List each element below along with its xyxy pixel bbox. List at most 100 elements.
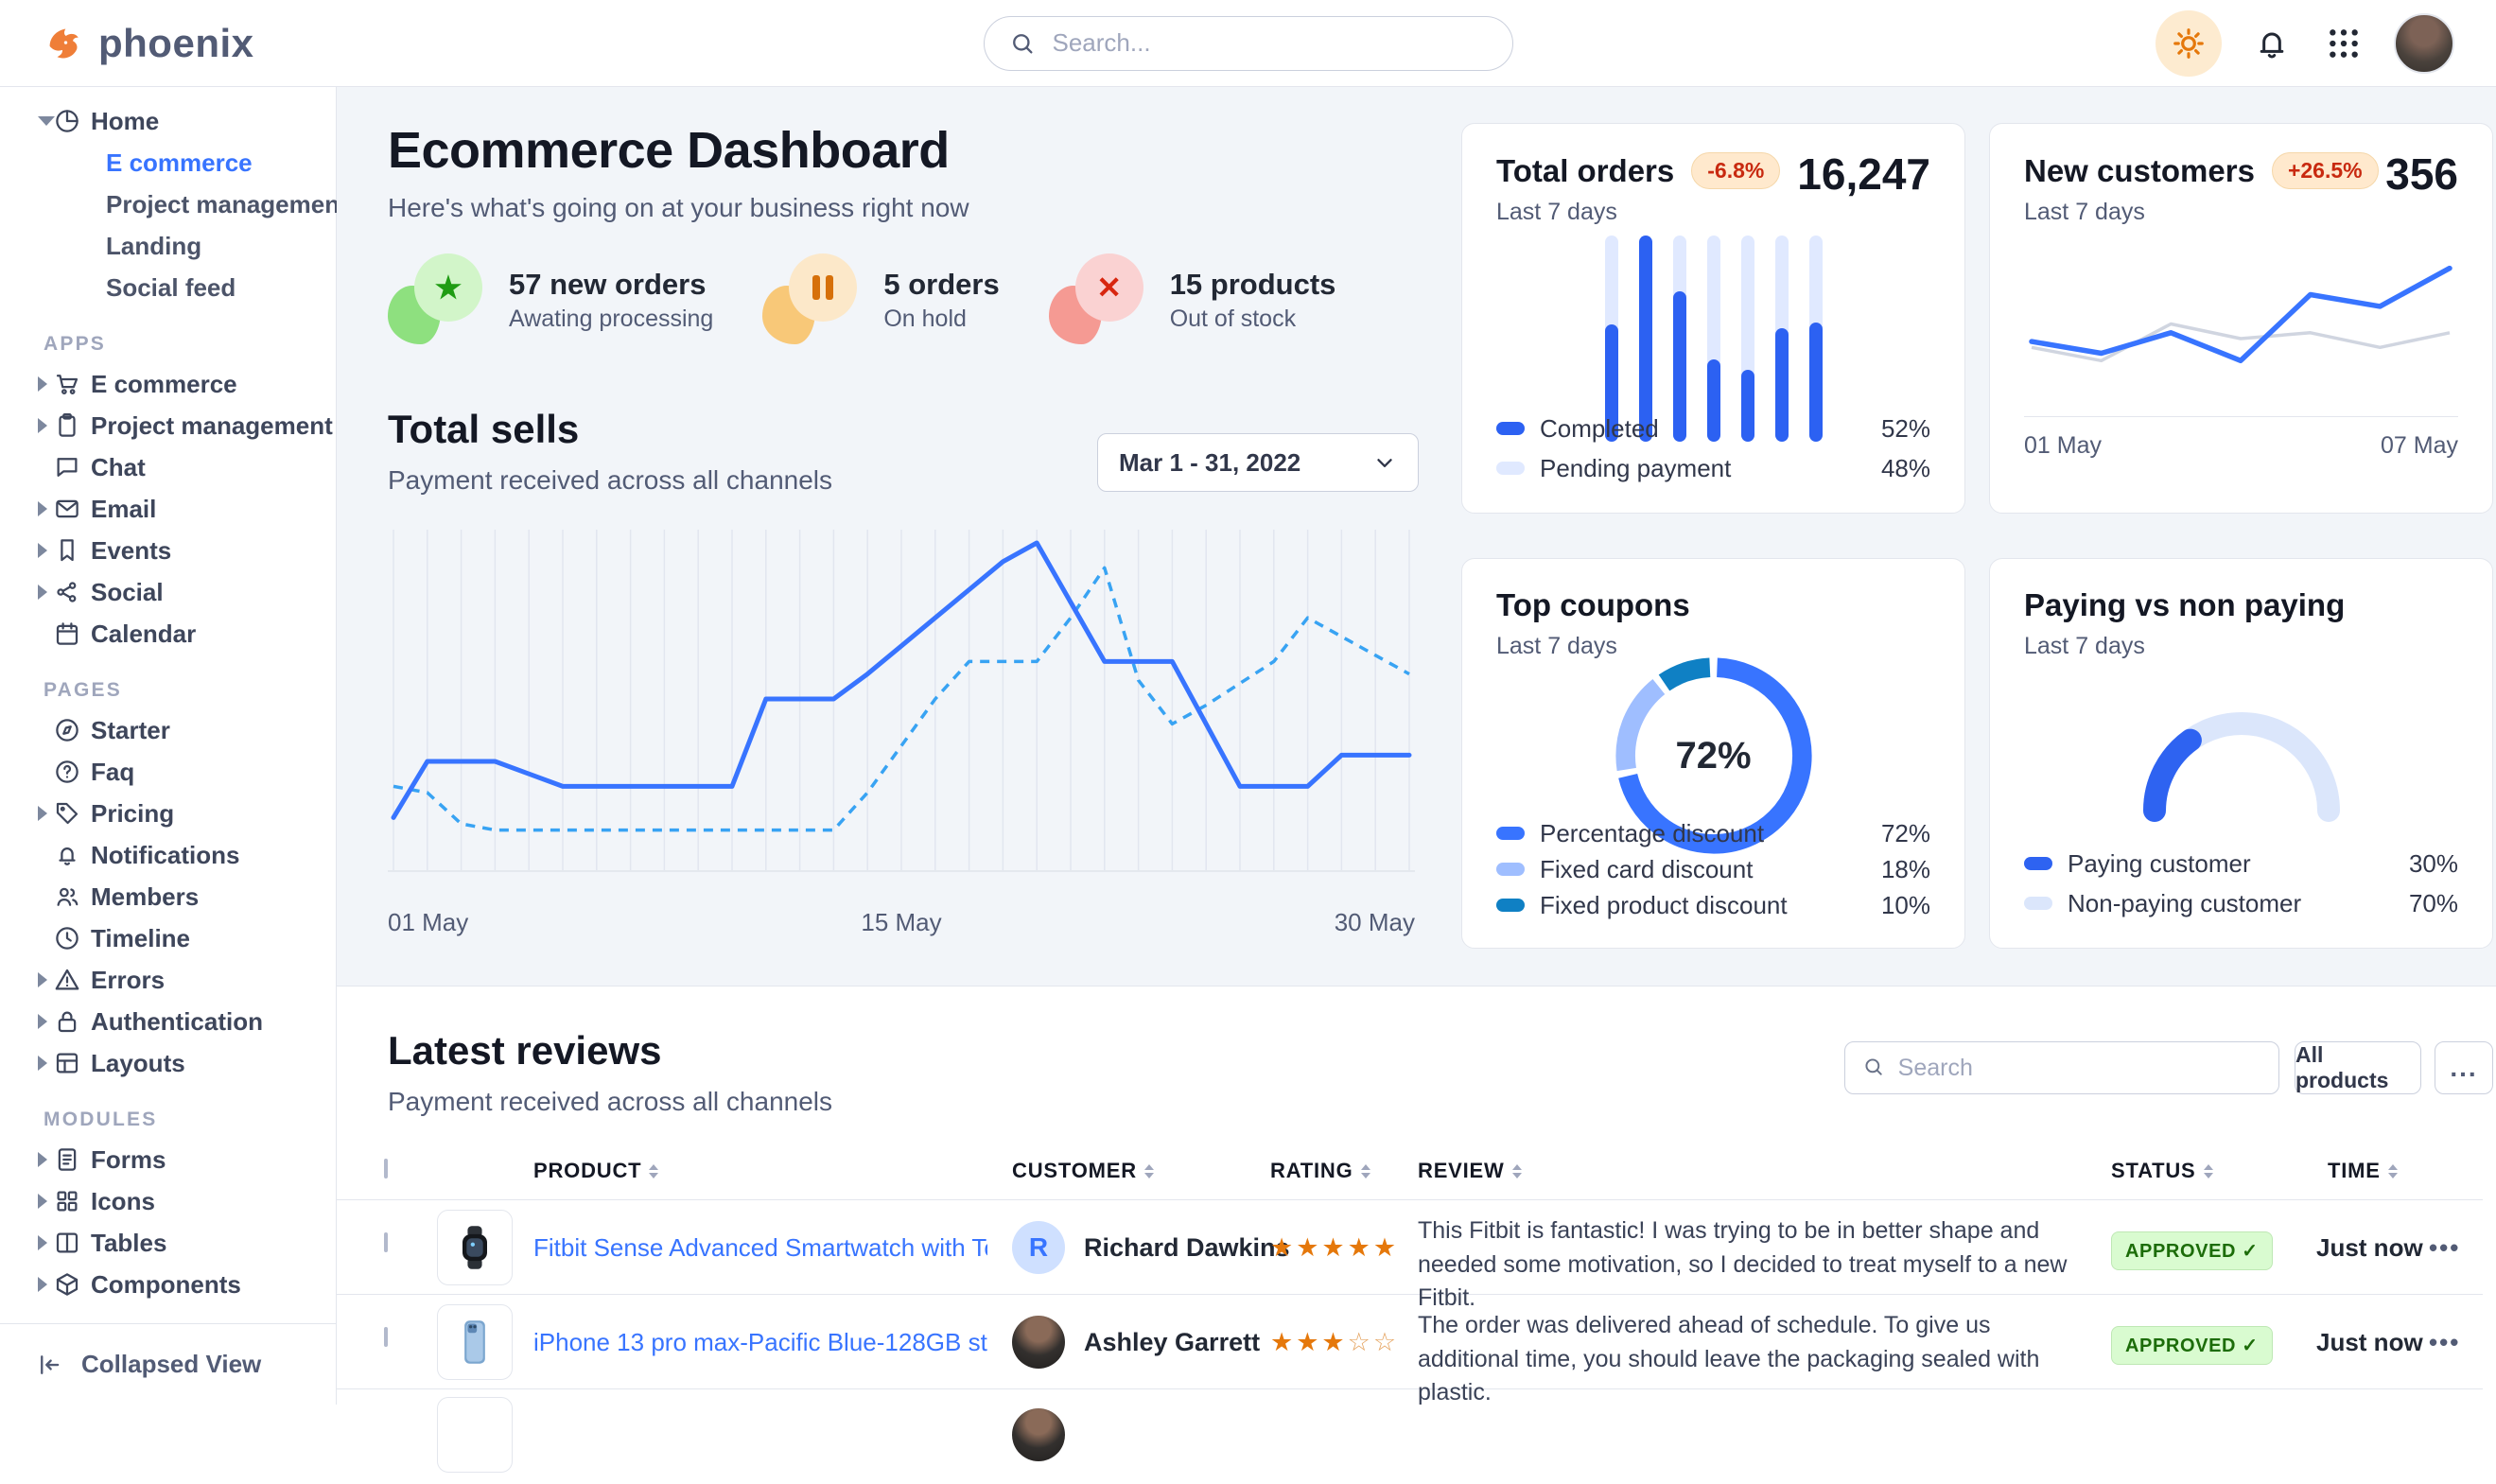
reviews-search (1844, 1041, 2279, 1094)
compass-icon (53, 716, 81, 744)
column-header-rating[interactable]: RATING (1270, 1159, 1370, 1183)
collapse-sidebar-button[interactable]: Collapsed View (0, 1323, 336, 1405)
legend-value: 10% (1881, 891, 1930, 920)
caret-right-icon[interactable] (38, 1194, 47, 1209)
sidebar-item-label: Components (91, 1270, 241, 1300)
user-avatar[interactable] (2394, 13, 2454, 74)
caret-right-icon[interactable] (38, 1056, 47, 1071)
sidebar-item-forms[interactable]: Forms (0, 1139, 336, 1180)
sidebar-item-faq[interactable]: Faq (0, 751, 336, 793)
grid-icon (53, 1187, 81, 1215)
pie-icon (53, 107, 81, 135)
column-header-review[interactable]: REVIEW (1418, 1159, 1522, 1183)
customer-avatar (1012, 1408, 1065, 1461)
row-checkbox[interactable] (384, 1232, 388, 1252)
calendar-icon (53, 620, 81, 648)
phoenix-logo[interactable]: phoenix (42, 21, 254, 66)
search-input[interactable] (1053, 28, 1488, 58)
sidebar-item-errors[interactable]: Errors (0, 959, 336, 1001)
sidebar-item-landing[interactable]: Landing (0, 225, 336, 267)
select-all-checkbox[interactable] (384, 1159, 388, 1178)
latest-reviews-section: Latest reviews Payment received across a… (337, 986, 2496, 1405)
caret-right-icon[interactable] (38, 376, 47, 392)
legend-swatch (2024, 857, 2052, 870)
sidebar-item-notifications[interactable]: Notifications (0, 834, 336, 876)
stat-value: 5 orders (883, 268, 999, 302)
sidebar-item-layouts[interactable]: Layouts (0, 1042, 336, 1084)
sidebar-item-components[interactable]: Components (0, 1264, 336, 1305)
chevron-down-icon (1372, 450, 1397, 475)
apps-menu-button[interactable] (2322, 22, 2365, 65)
sidebar-item-starter[interactable]: Starter (0, 709, 336, 751)
mail-icon (53, 495, 81, 523)
row-more-button[interactable]: ••• (2429, 1295, 2460, 1389)
quick-stat-57-new-orders: ★ 57 new orders Awating processing (388, 253, 713, 346)
sidebar-item-label: Layouts (91, 1049, 185, 1078)
caret-right-icon[interactable] (38, 1014, 47, 1029)
caret-right-icon[interactable] (38, 543, 47, 558)
sidebar-item-label: Home (91, 107, 159, 136)
sidebar-item-email[interactable]: Email (0, 488, 336, 530)
notifications-button[interactable] (2250, 22, 2294, 65)
sidebar-item-events[interactable]: Events (0, 530, 336, 571)
change-badge: -6.8% (1691, 152, 1780, 189)
bookmark-icon (53, 536, 81, 565)
legend-swatch (2024, 897, 2052, 910)
question-icon (53, 758, 81, 786)
legend-value: 48% (1881, 454, 1930, 483)
legend-label: Completed (1540, 414, 1659, 444)
sidebar-item-e-commerce[interactable]: E commerce (0, 142, 336, 183)
columns-icon (53, 1229, 81, 1257)
paying-card: Paying vs non paying Last 7 days Paying … (1989, 558, 2493, 949)
sidebar-item-pricing[interactable]: Pricing (0, 793, 336, 834)
product-link[interactable]: Fitbit Sense Advanced Smartwatch with To… (533, 1200, 987, 1295)
sidebar-item-e-commerce[interactable]: E commerce (0, 363, 336, 405)
sidebar-item-home[interactable]: Home (0, 100, 336, 142)
box-icon (53, 1270, 81, 1299)
sidebar-item-social[interactable]: Social (0, 571, 336, 613)
date-range-select[interactable]: Mar 1 - 31, 2022 (1097, 433, 1419, 492)
sidebar-item-icons[interactable]: Icons (0, 1180, 336, 1222)
more-options-button[interactable]: ... (2435, 1041, 2493, 1094)
x-label: 01 May (388, 908, 468, 937)
reviews-search-input[interactable] (1898, 1055, 2261, 1082)
warning-icon (53, 966, 81, 994)
sidebar-item-tables[interactable]: Tables (0, 1222, 336, 1264)
caret-right-icon[interactable] (38, 1235, 47, 1250)
sort-icon (1512, 1164, 1522, 1178)
sidebar-item-label: Project management (106, 190, 348, 219)
caret-right-icon[interactable] (38, 806, 47, 821)
caret-right-icon[interactable] (38, 1152, 47, 1167)
column-header-product[interactable]: PRODUCT (533, 1159, 658, 1183)
caret-right-icon[interactable] (38, 501, 47, 516)
sidebar-item-label: Forms (91, 1145, 166, 1175)
caret-right-icon[interactable] (38, 1277, 47, 1292)
legend-swatch (1496, 899, 1525, 912)
phoenix-logo-icon (42, 22, 85, 65)
column-header-customer[interactable]: CUSTOMER (1012, 1159, 1154, 1183)
column-header-time[interactable]: TIME (2328, 1159, 2398, 1183)
caret-right-icon[interactable] (38, 972, 47, 987)
sidebar-item-members[interactable]: Members (0, 876, 336, 917)
x-label: 15 May (861, 908, 941, 937)
caret-right-icon[interactable] (38, 585, 47, 600)
product-image (437, 1397, 513, 1473)
sidebar-item-label: Faq (91, 758, 134, 787)
sidebar-item-chat[interactable]: Chat (0, 446, 336, 488)
legend-value: 72% (1881, 819, 1930, 848)
sidebar-item-calendar[interactable]: Calendar (0, 613, 336, 655)
caret-right-icon[interactable] (38, 418, 47, 433)
sidebar-item-social-feed[interactable]: Social feed (0, 267, 336, 308)
column-header-status[interactable]: STATUS (2111, 1159, 2213, 1183)
legend-swatch (1496, 827, 1525, 840)
product-link[interactable]: iPhone 13 pro max-Pacific Blue-128GB sto… (533, 1295, 987, 1389)
sidebar-item-project-management[interactable]: Project management (0, 183, 336, 225)
sidebar-item-authentication[interactable]: Authentication (0, 1001, 336, 1042)
sidebar-item-project-management[interactable]: Project management (0, 405, 336, 446)
card-title: Total orders (1496, 153, 1674, 189)
theme-toggle-button[interactable] (2156, 10, 2222, 77)
row-checkbox[interactable] (384, 1327, 388, 1347)
sidebar-item-timeline[interactable]: Timeline (0, 917, 336, 959)
all-products-button[interactable]: All products (2295, 1041, 2421, 1094)
row-more-button[interactable]: ••• (2429, 1200, 2460, 1295)
